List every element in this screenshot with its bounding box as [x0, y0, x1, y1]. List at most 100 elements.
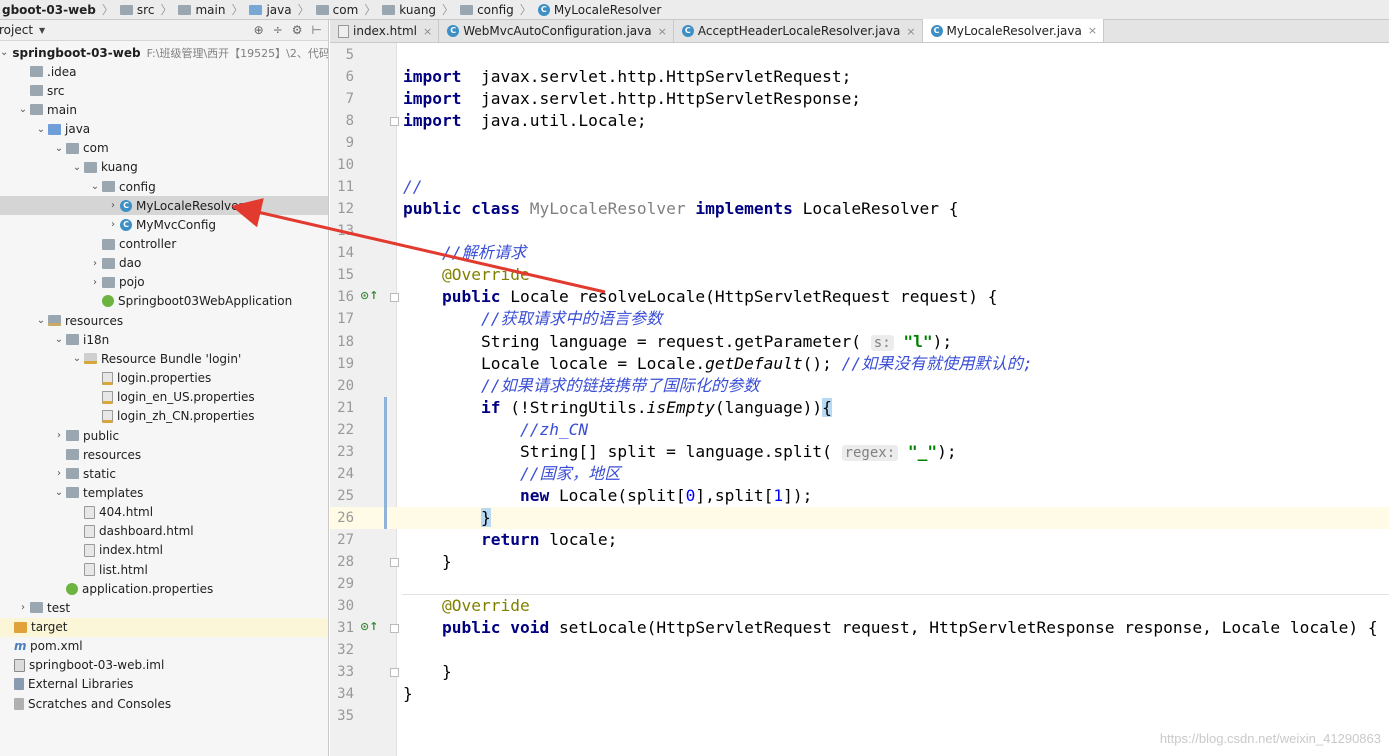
tree-item[interactable]: dashboard.html [0, 522, 328, 541]
tab-index-html[interactable]: index.html × [330, 20, 440, 42]
project-view-selector[interactable]: roject [0, 23, 33, 37]
tree-item[interactable]: › public [0, 426, 328, 445]
code-line[interactable]: 30 @Override [330, 595, 1389, 617]
tree-item[interactable]: login_en_US.properties [0, 388, 328, 407]
override-method-icon[interactable]: ⊙↑ [360, 620, 378, 633]
code-line[interactable]: 29 [330, 573, 1389, 595]
tree-item[interactable]: › test [0, 598, 328, 617]
code-line[interactable]: 5 [330, 44, 1389, 66]
code-line[interactable]: 34} [330, 683, 1389, 705]
breadcrumb-main[interactable]: main [174, 0, 229, 19]
tree-item[interactable]: m pom.xml [0, 637, 328, 656]
code-line[interactable]: 35 [330, 705, 1389, 727]
code-line[interactable]: 15 @Override [330, 264, 1389, 286]
expand-arrow-icon[interactable]: ⌄ [88, 181, 102, 192]
code-line[interactable]: 27 return locale; [330, 529, 1389, 551]
vcs-change-marker[interactable] [384, 396, 387, 529]
code-line[interactable]: 8 import java.util.Locale; [330, 110, 1389, 132]
tree-item[interactable]: login.properties [0, 369, 328, 388]
tree-item[interactable]: Springboot03WebApplication [0, 292, 328, 311]
expand-arrow-icon[interactable]: ⌄ [52, 143, 66, 154]
collapse-all-icon[interactable]: ÷ [273, 23, 283, 37]
tab-webmvcautoconfiguration[interactable]: C WebMvcAutoConfiguration.java × [439, 20, 674, 42]
code-line[interactable]: 21 if (!StringUtils.isEmpty(language)){ [330, 397, 1389, 419]
tree-item[interactable]: src [0, 81, 328, 100]
tab-acceptheaderlocaleresolver[interactable]: C AcceptHeaderLocaleResolver.java × [674, 20, 923, 42]
code-line[interactable]: 19 Locale locale = Locale.getDefault(); … [330, 353, 1389, 375]
code-line[interactable]: 25 new Locale(split[0],split[1]); [330, 485, 1389, 507]
code-line[interactable]: 17 //获取请求中的语言参数 [330, 308, 1389, 330]
tab-mylocaleresolver[interactable]: C MyLocaleResolver.java × [922, 19, 1105, 42]
collapse-arrow-icon[interactable]: › [106, 200, 120, 211]
code-line[interactable]: 28 } [330, 551, 1389, 573]
fold-marker-icon[interactable] [390, 117, 399, 127]
tree-item[interactable]: ⌄ springboot-03-web F:\班级管理\西开【19525】\2、代码… [0, 43, 328, 62]
tree-item[interactable]: ⌄ resources [0, 311, 328, 330]
close-icon[interactable]: × [906, 25, 915, 38]
expand-arrow-icon[interactable]: ⌄ [34, 315, 48, 326]
code-line[interactable]: 24 //国家，地区 [330, 463, 1389, 485]
code-line[interactable]: 10 [330, 154, 1389, 176]
tree-item[interactable]: Scratches and Consoles [0, 694, 328, 713]
scroll-from-source-icon[interactable]: ⊕ [254, 23, 264, 37]
code-line[interactable]: 33 } [330, 661, 1389, 683]
chevron-down-icon[interactable]: ▼ [39, 26, 45, 35]
expand-arrow-icon[interactable]: ⌄ [34, 124, 48, 135]
tree-item[interactable]: External Libraries [0, 675, 328, 694]
breadcrumb-com[interactable]: com [312, 0, 363, 19]
code-line[interactable]: 26 } [330, 506, 1389, 529]
fold-marker-icon[interactable] [390, 624, 399, 634]
tree-item[interactable]: list.html [0, 560, 328, 579]
expand-arrow-icon[interactable]: ⌄ [16, 104, 30, 115]
breadcrumb-src[interactable]: src [116, 0, 159, 19]
tree-item[interactable]: application.properties [0, 579, 328, 598]
fold-marker-icon[interactable] [390, 557, 399, 567]
collapse-arrow-icon[interactable]: › [88, 258, 102, 269]
collapse-arrow-icon[interactable]: › [52, 430, 66, 441]
tree-item[interactable]: › pojo [0, 273, 328, 292]
tree-item[interactable]: ⌄ kuang [0, 158, 328, 177]
hide-panel-icon[interactable]: ⊢ [312, 23, 322, 37]
expand-arrow-icon[interactable]: ⌄ [52, 487, 66, 498]
code-line[interactable]: 32 [330, 639, 1389, 661]
tree-item[interactable]: ⌄ java [0, 120, 328, 139]
code-line[interactable]: 12 public class MyLocaleResolver implemen… [330, 198, 1389, 220]
code-line[interactable]: 31 public void setLocale(HttpServletRequ… [330, 617, 1389, 639]
tree-item[interactable]: › C MyMvcConfig [0, 215, 328, 234]
tree-item[interactable]: ⌄ Resource Bundle 'login' [0, 349, 328, 368]
tree-item[interactable]: login_zh_CN.properties [0, 407, 328, 426]
close-icon[interactable]: × [423, 25, 432, 38]
code-line[interactable]: 16 public Locale resolveLocale(HttpServl… [330, 286, 1389, 308]
tree-item[interactable]: target [0, 617, 328, 637]
collapse-arrow-icon[interactable]: › [106, 219, 120, 230]
code-line[interactable]: 7 import javax.servlet.http.HttpServletRe… [330, 88, 1389, 110]
tree-item[interactable]: controller [0, 235, 328, 254]
code-line[interactable]: 22 //zh_CN [330, 419, 1389, 441]
code-line[interactable]: 18 String language = request.getParamete… [330, 331, 1389, 353]
override-method-icon[interactable]: ⊙↑ [360, 289, 378, 302]
collapse-arrow-icon[interactable]: › [16, 602, 30, 613]
code-editor[interactable]: 5 6 import javax.servlet.http.HttpServletR… [330, 43, 1389, 756]
tree-item[interactable]: ⌄ main [0, 100, 328, 119]
tree-item[interactable]: ⌄ i18n [0, 330, 328, 349]
expand-arrow-icon[interactable]: ⌄ [70, 353, 84, 364]
code-line[interactable]: 6 import javax.servlet.http.HttpServletRe… [330, 66, 1389, 88]
expand-arrow-icon[interactable]: ⌄ [0, 47, 8, 58]
collapse-arrow-icon[interactable]: › [88, 277, 102, 288]
tree-item[interactable]: index.html [0, 541, 328, 560]
code-line[interactable]: 13 [330, 220, 1389, 242]
tree-item[interactable]: › static [0, 464, 328, 483]
tree-item[interactable]: .idea [0, 62, 328, 81]
code-line[interactable]: 11 // [330, 176, 1389, 198]
tree-item[interactable]: › dao [0, 254, 328, 273]
breadcrumb-java[interactable]: java [245, 0, 295, 19]
fold-marker-icon[interactable] [390, 293, 399, 303]
tree-item[interactable]: › C MyLocaleResolver [0, 196, 328, 216]
code-line[interactable]: 20 //如果请求的链接携带了国际化的参数 [330, 375, 1389, 397]
code-line[interactable]: 23 String[] split = language.split( rege… [330, 441, 1389, 463]
tree-item[interactable]: resources [0, 445, 328, 464]
code-line[interactable]: 9 [330, 132, 1389, 154]
tree-item[interactable]: springboot-03-web.iml [0, 656, 328, 675]
code-line[interactable]: 14 //解析请求 [330, 242, 1389, 264]
tree-item[interactable]: ⌄ config [0, 177, 328, 196]
